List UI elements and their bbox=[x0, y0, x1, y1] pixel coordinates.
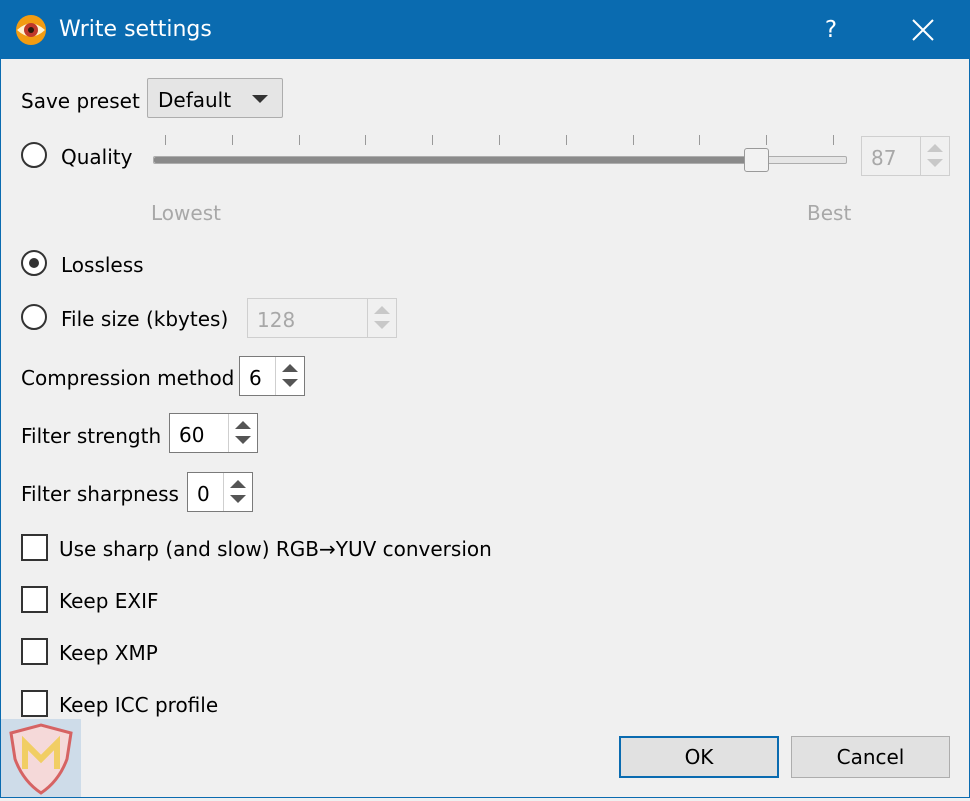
slider-tick bbox=[565, 135, 567, 145]
close-button[interactable] bbox=[897, 1, 949, 59]
filter-sharpness-spin-buttons[interactable] bbox=[223, 473, 252, 511]
filter-strength-spin-buttons[interactable] bbox=[228, 414, 257, 452]
keep-icc-checkbox[interactable] bbox=[21, 690, 48, 717]
spin-up-icon[interactable] bbox=[282, 364, 298, 372]
quality-min-label: Lowest bbox=[151, 201, 221, 225]
compression-spin-buttons[interactable] bbox=[275, 357, 304, 395]
quality-spinbox[interactable]: 87 bbox=[861, 136, 950, 176]
close-icon bbox=[912, 19, 934, 41]
quality-slider[interactable] bbox=[153, 148, 847, 172]
slider-tick bbox=[499, 135, 500, 145]
spin-up-icon[interactable] bbox=[230, 480, 246, 488]
slider-tick bbox=[165, 135, 166, 145]
filter-strength-label: Filter strength bbox=[21, 424, 162, 448]
ok-button[interactable]: OK bbox=[619, 736, 779, 778]
spin-down-icon[interactable] bbox=[230, 495, 246, 503]
quality-max-label: Best bbox=[807, 201, 852, 225]
quality-slider-fill bbox=[154, 157, 757, 163]
window-title: Write settings bbox=[59, 17, 212, 42]
write-settings-dialog: Write settings ? Save preset Default Qua… bbox=[0, 0, 970, 798]
keep-icc-label: Keep ICC profile bbox=[59, 693, 219, 717]
save-preset-value: Default bbox=[158, 88, 232, 112]
quality-spin-buttons[interactable] bbox=[920, 137, 949, 175]
quality-radio[interactable] bbox=[21, 142, 47, 168]
filesize-spin-buttons[interactable] bbox=[367, 299, 396, 337]
spin-down-icon[interactable] bbox=[235, 436, 251, 444]
help-button[interactable]: ? bbox=[809, 1, 853, 59]
keep-xmp-label: Keep XMP bbox=[59, 641, 158, 665]
filter-sharpness-spinbox[interactable]: 0 bbox=[187, 472, 253, 512]
app-eye-icon bbox=[14, 13, 48, 47]
keep-exif-label: Keep EXIF bbox=[59, 589, 159, 613]
filter-sharpness-label: Filter sharpness bbox=[21, 482, 179, 506]
slider-tick bbox=[298, 135, 300, 145]
filter-strength-value: 60 bbox=[179, 423, 205, 447]
filesize-radio[interactable] bbox=[21, 304, 47, 330]
shield-logo-icon bbox=[9, 723, 73, 795]
filter-strength-spinbox[interactable]: 60 bbox=[169, 413, 258, 453]
filesize-spinbox[interactable]: 128 bbox=[247, 298, 397, 338]
slider-tick bbox=[432, 135, 434, 145]
cancel-button[interactable]: Cancel bbox=[791, 736, 950, 778]
keep-xmp-checkbox[interactable] bbox=[21, 638, 48, 665]
sharp-yuv-checkbox[interactable] bbox=[21, 534, 48, 561]
save-preset-label: Save preset bbox=[21, 89, 140, 113]
spin-up-icon[interactable] bbox=[374, 306, 390, 314]
spin-down-icon[interactable] bbox=[282, 379, 298, 387]
quality-value: 87 bbox=[871, 146, 897, 170]
slider-tick bbox=[833, 135, 834, 145]
quality-label: Quality bbox=[61, 145, 133, 169]
filesize-label: File size (kbytes) bbox=[61, 307, 229, 331]
compression-value: 6 bbox=[249, 366, 262, 390]
spin-up-icon[interactable] bbox=[927, 144, 943, 152]
chevron-down-icon bbox=[252, 95, 268, 103]
filesize-value: 128 bbox=[257, 308, 296, 332]
quality-slider-thumb[interactable] bbox=[744, 148, 770, 172]
compression-label: Compression method bbox=[21, 366, 235, 390]
watermark-logo bbox=[1, 719, 81, 797]
lossless-label: Lossless bbox=[61, 253, 144, 277]
slider-tick bbox=[699, 135, 701, 145]
filter-sharpness-value: 0 bbox=[197, 482, 210, 506]
slider-tick bbox=[632, 135, 634, 145]
slider-tick bbox=[231, 135, 233, 145]
lossless-radio[interactable] bbox=[21, 250, 47, 276]
spin-down-icon[interactable] bbox=[374, 321, 390, 329]
sharp-yuv-label: Use sharp (and slow) RGB→YUV conversion bbox=[59, 537, 492, 561]
spin-up-icon[interactable] bbox=[235, 421, 251, 429]
title-bar[interactable]: Write settings ? bbox=[1, 1, 969, 59]
save-preset-dropdown[interactable]: Default bbox=[147, 78, 283, 118]
slider-tick bbox=[766, 135, 768, 145]
compression-spinbox[interactable]: 6 bbox=[239, 356, 305, 396]
spin-down-icon[interactable] bbox=[927, 159, 943, 167]
slider-tick bbox=[365, 135, 367, 145]
keep-exif-checkbox[interactable] bbox=[21, 586, 48, 613]
